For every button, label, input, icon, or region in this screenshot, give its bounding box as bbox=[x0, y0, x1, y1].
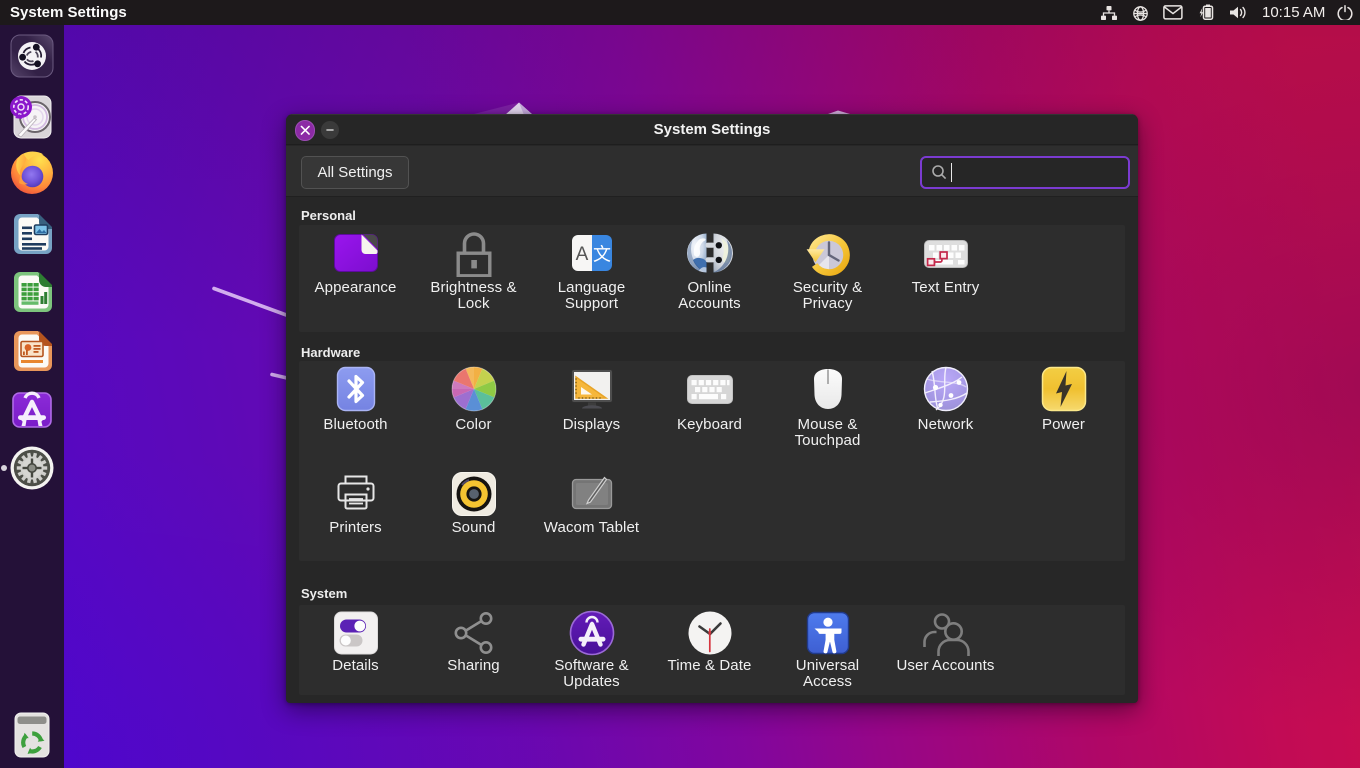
svg-text:文: 文 bbox=[593, 245, 611, 265]
svg-text:A: A bbox=[575, 244, 588, 265]
